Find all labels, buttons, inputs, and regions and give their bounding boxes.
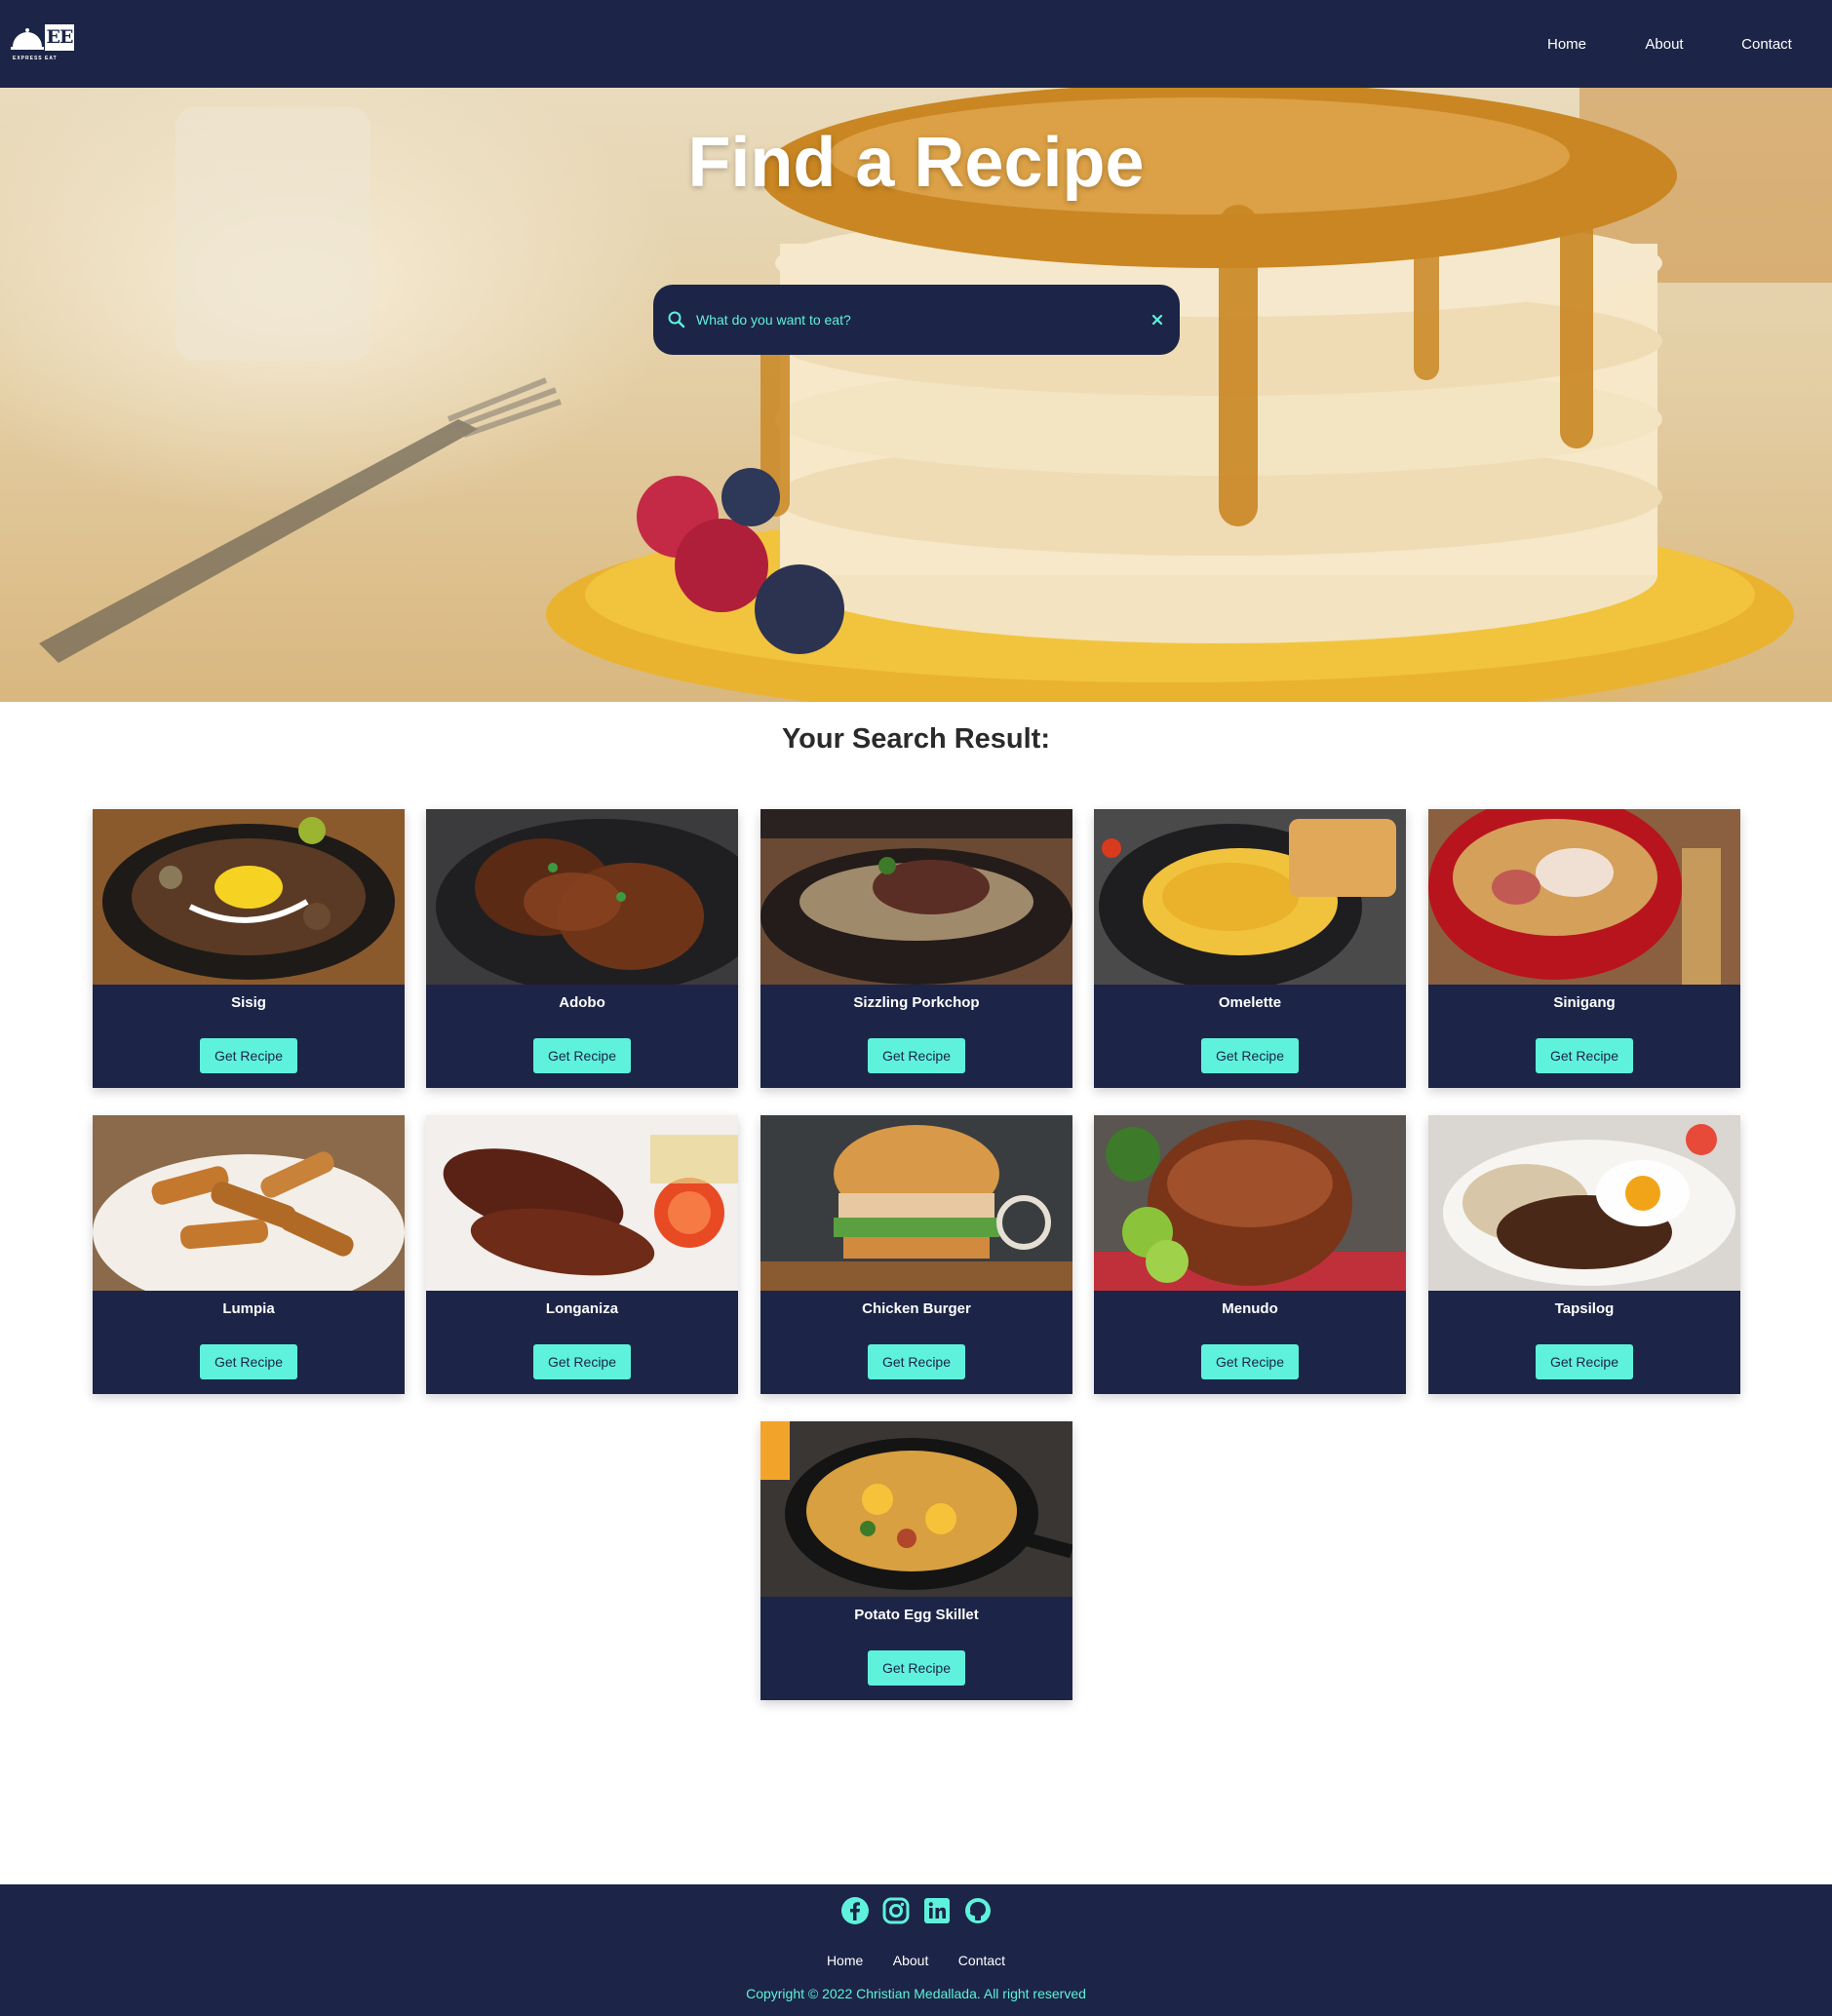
- recipe-name: Sinigang: [1553, 994, 1616, 1011]
- search-input[interactable]: [696, 312, 1149, 328]
- recipe-card: Longaniza Get Recipe: [426, 1115, 738, 1394]
- recipe-name: Omelette: [1218, 994, 1282, 1011]
- get-recipe-button[interactable]: Get Recipe: [868, 1038, 965, 1073]
- get-recipe-button[interactable]: Get Recipe: [200, 1344, 297, 1379]
- recipe-card: Sisig Get Recipe: [93, 809, 405, 1088]
- recipe-name: Potato Egg Skillet: [854, 1607, 979, 1623]
- recipe-name: Adobo: [559, 994, 605, 1011]
- nav-about-link[interactable]: About: [1616, 36, 1713, 53]
- recipe-image: [426, 1115, 738, 1291]
- get-recipe-button[interactable]: Get Recipe: [200, 1038, 297, 1073]
- recipe-image: [760, 809, 1072, 985]
- recipe-image: [1094, 1115, 1406, 1291]
- recipe-name: Longaniza: [545, 1300, 619, 1317]
- recipe-card: Potato Egg Skillet Get Recipe: [760, 1421, 1072, 1700]
- nav-contact-link[interactable]: Contact: [1713, 36, 1820, 53]
- linkedin-icon[interactable]: [922, 1896, 952, 1925]
- get-recipe-button[interactable]: Get Recipe: [1201, 1038, 1299, 1073]
- recipe-image: [93, 809, 405, 985]
- results-title: Your Search Result:: [781, 723, 1051, 755]
- footer-contact-link[interactable]: Contact: [958, 1953, 1005, 1968]
- footer-about-link[interactable]: About: [893, 1953, 929, 1968]
- recipe-card: Chicken Burger Get Recipe: [760, 1115, 1072, 1394]
- recipe-name: Sizzling Porkchop: [853, 994, 980, 1011]
- clear-search-icon[interactable]: [1149, 311, 1166, 329]
- get-recipe-button[interactable]: Get Recipe: [533, 1344, 631, 1379]
- cloche-icon: [11, 28, 44, 50]
- recipe-name: Lumpia: [222, 1300, 275, 1317]
- express-eat-logo[interactable]: EE EXPRESS EAT: [11, 24, 77, 63]
- recipe-card: Lumpia Get Recipe: [93, 1115, 405, 1394]
- facebook-icon[interactable]: [840, 1896, 870, 1925]
- recipe-image: [1094, 809, 1406, 985]
- recipe-card: Adobo Get Recipe: [426, 809, 738, 1088]
- recipe-card: Sinigang Get Recipe: [1428, 809, 1740, 1088]
- footer-links: Home About Contact: [0, 1953, 1832, 1970]
- footer-home-link[interactable]: Home: [827, 1953, 863, 1968]
- get-recipe-button[interactable]: Get Recipe: [533, 1038, 631, 1073]
- hero-section: Find a Recipe: [0, 88, 1832, 702]
- recipe-card: Menudo Get Recipe: [1094, 1115, 1406, 1394]
- recipe-image: [1428, 809, 1740, 985]
- footer: Home About Contact Copyright © 2022 Chri…: [0, 1884, 1832, 2016]
- nav-links: Home About Contact: [1518, 36, 1820, 53]
- social-links: [840, 1896, 993, 1925]
- recipe-name: Tapsilog: [1554, 1300, 1615, 1317]
- logo-text: EE: [45, 24, 74, 51]
- get-recipe-button[interactable]: Get Recipe: [1536, 1344, 1633, 1379]
- recipe-name: Sisig: [231, 994, 266, 1011]
- get-recipe-button[interactable]: Get Recipe: [868, 1650, 965, 1686]
- get-recipe-button[interactable]: Get Recipe: [1536, 1038, 1633, 1073]
- instagram-icon[interactable]: [881, 1896, 911, 1925]
- recipe-name: Menudo: [1222, 1300, 1278, 1317]
- recipe-card: Omelette Get Recipe: [1094, 809, 1406, 1088]
- nav-home-link[interactable]: Home: [1518, 36, 1616, 53]
- search-bar: [653, 285, 1180, 355]
- recipe-card: Tapsilog Get Recipe: [1428, 1115, 1740, 1394]
- recipe-card: Sizzling Porkchop Get Recipe: [760, 809, 1072, 1088]
- copyright-text: Copyright © 2022 Christian Medallada. Al…: [746, 1986, 1086, 2001]
- search-icon: [668, 311, 685, 329]
- logo-subtitle: EXPRESS EAT: [13, 56, 58, 61]
- get-recipe-button[interactable]: Get Recipe: [1201, 1344, 1299, 1379]
- get-recipe-button[interactable]: Get Recipe: [868, 1344, 965, 1379]
- recipe-image: [1428, 1115, 1740, 1291]
- recipe-name: Chicken Burger: [862, 1300, 971, 1317]
- hero-title: Find a Recipe: [687, 124, 1145, 202]
- navbar: EE EXPRESS EAT Home About Contact: [0, 0, 1832, 88]
- recipe-image: [426, 809, 738, 985]
- recipe-image: [93, 1115, 405, 1291]
- recipe-image: [760, 1421, 1072, 1597]
- recipe-image: [760, 1115, 1072, 1291]
- github-icon[interactable]: [963, 1896, 993, 1925]
